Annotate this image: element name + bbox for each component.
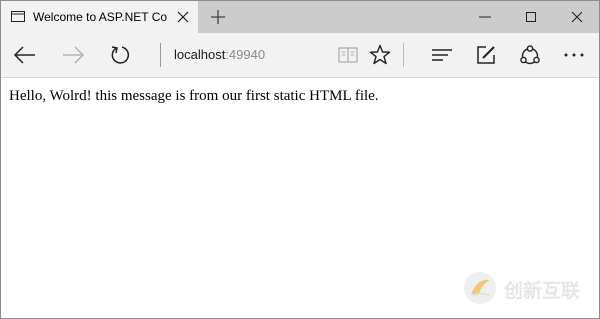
watermark: 创新互联 [462,268,594,308]
toolbar-divider [403,43,404,67]
minimize-icon [479,16,491,18]
maximize-icon [526,12,536,22]
address-host: localhost [174,47,226,62]
address-bar[interactable]: localhost:49940 [174,47,265,62]
title-bar: Welcome to ASP.NET Co [1,1,599,33]
maximize-button[interactable] [508,1,554,33]
address-port: :49940 [225,47,266,62]
arrow-right-icon[interactable] [61,43,85,67]
window-close-button[interactable] [554,1,599,33]
minimize-button[interactable] [462,1,508,33]
share-icon[interactable] [518,43,542,67]
pen-icon[interactable] [474,43,498,67]
refresh-icon[interactable] [109,43,133,67]
book-icon[interactable] [336,43,360,67]
close-icon [571,11,583,23]
page-icon [11,11,25,22]
plus-icon[interactable] [211,10,225,24]
logo-icon [464,272,496,304]
navigation-toolbar: localhost:49940 [1,33,599,78]
tab-title: Welcome to ASP.NET Co [33,10,168,24]
close-icon[interactable] [177,11,189,23]
arrow-left-icon[interactable] [13,43,37,67]
active-tab[interactable]: Welcome to ASP.NET Co [1,1,198,33]
star-icon[interactable] [368,43,392,67]
more-icon[interactable] [562,43,586,67]
address-divider [160,43,161,67]
hub-icon[interactable] [430,43,454,67]
watermark-text: 创新互联 [504,280,581,302]
page-message: Hello, Wolrd! this message is from our f… [9,88,379,104]
